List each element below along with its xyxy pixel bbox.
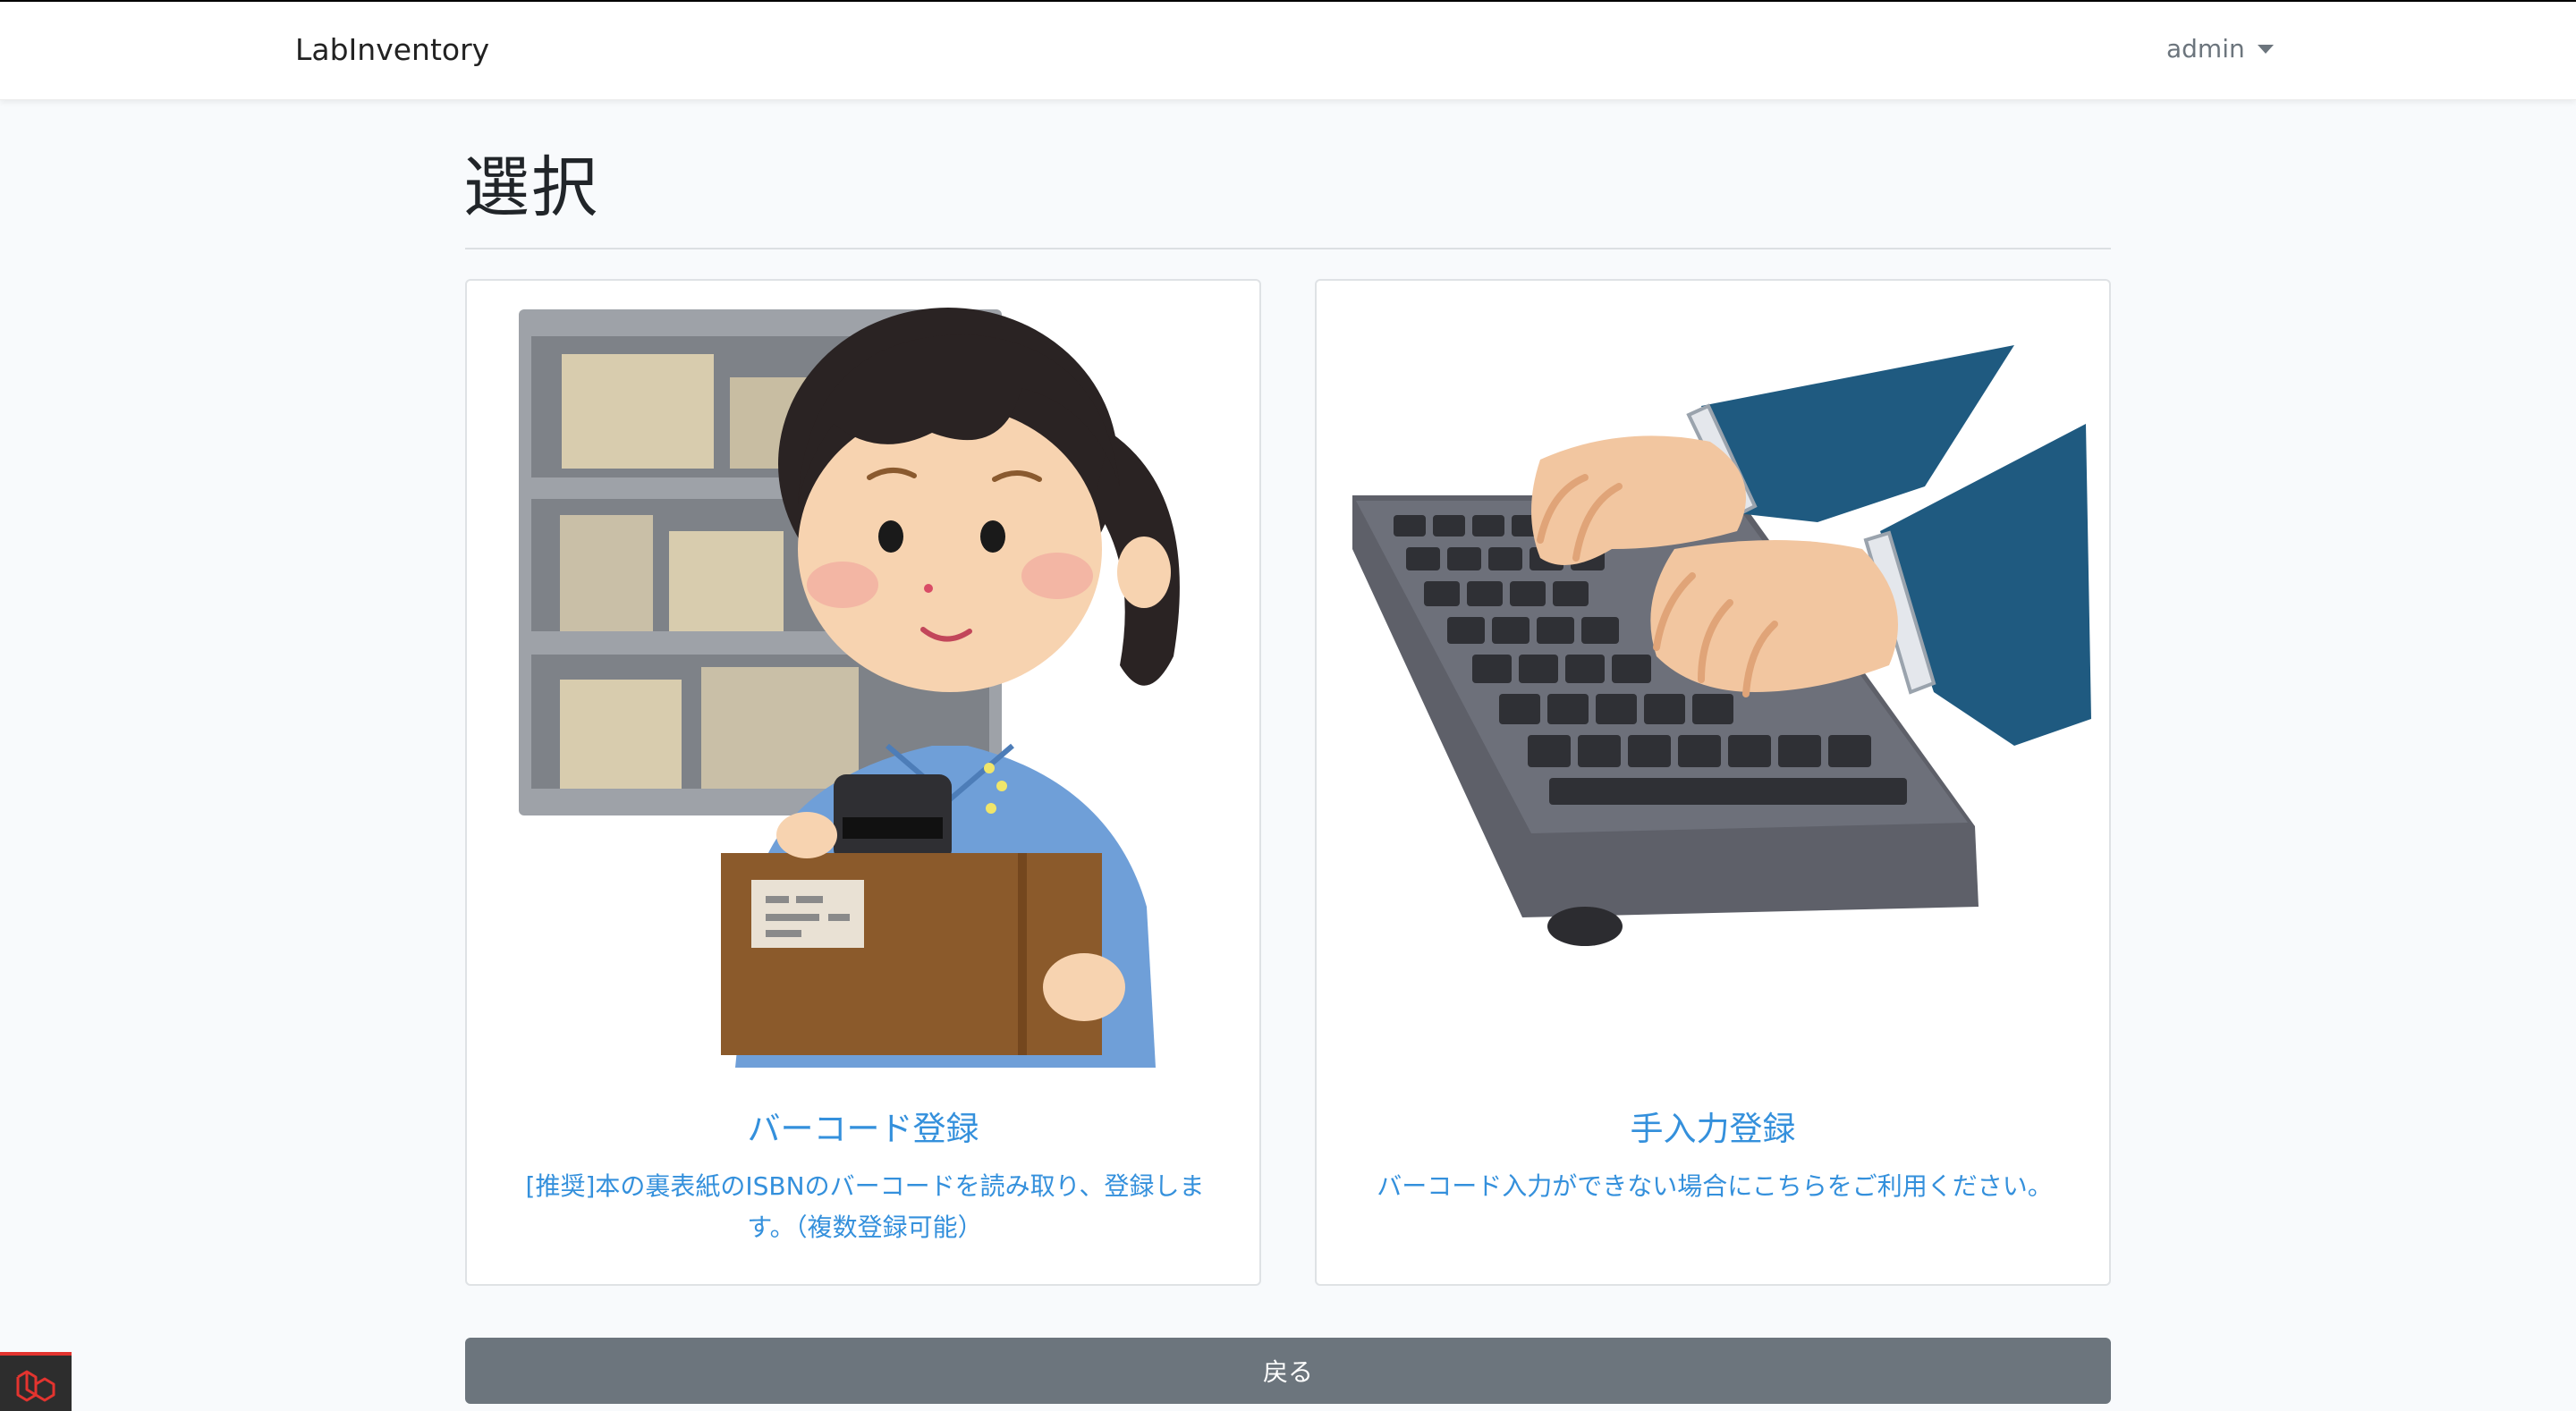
user-name: admin <box>2166 34 2245 63</box>
debugbar-tab[interactable] <box>0 1352 72 1411</box>
card-description-line: バーコード入力ができない場合にこちらをご利用ください。 <box>1377 1171 2053 1201</box>
title-divider <box>465 248 2111 249</box>
card-description-line: す。（複数登録可能） <box>747 1212 983 1242</box>
barcode-register-card[interactable]: バーコード登録 [推奨]本の裏表紙のISBNのバーコードを読み取り、登録しま す… <box>465 279 1261 1286</box>
keyboard-typing-illustration <box>1352 345 2091 946</box>
navbar: LabInventory admin <box>0 2 2576 100</box>
chevron-down-icon <box>2257 44 2274 54</box>
card-title[interactable]: バーコード登録 <box>467 1102 1259 1150</box>
card-title[interactable]: 手入力登録 <box>1317 1102 2109 1150</box>
card-description-line: [推奨]本の裏表紙のISBNのバーコードを読み取り、登録しま <box>525 1171 1205 1201</box>
page-title: 選択 <box>463 149 599 226</box>
barcode-scanner-illustration <box>519 308 1180 1068</box>
back-button[interactable]: 戻る <box>465 1338 2111 1404</box>
brand-link[interactable]: LabInventory <box>295 32 489 67</box>
card-description: [推奨]本の裏表紙のISBNのバーコードを読み取り、登録しま す。（複数登録可能… <box>512 1166 1218 1248</box>
user-dropdown[interactable]: admin <box>2166 34 2274 63</box>
laravel-logo-icon <box>16 1370 55 1402</box>
card-description: バーコード入力ができない場合にこちらをご利用ください。 <box>1361 1166 2068 1207</box>
manual-register-card[interactable]: 手入力登録 バーコード入力ができない場合にこちらをご利用ください。 <box>1315 279 2111 1286</box>
